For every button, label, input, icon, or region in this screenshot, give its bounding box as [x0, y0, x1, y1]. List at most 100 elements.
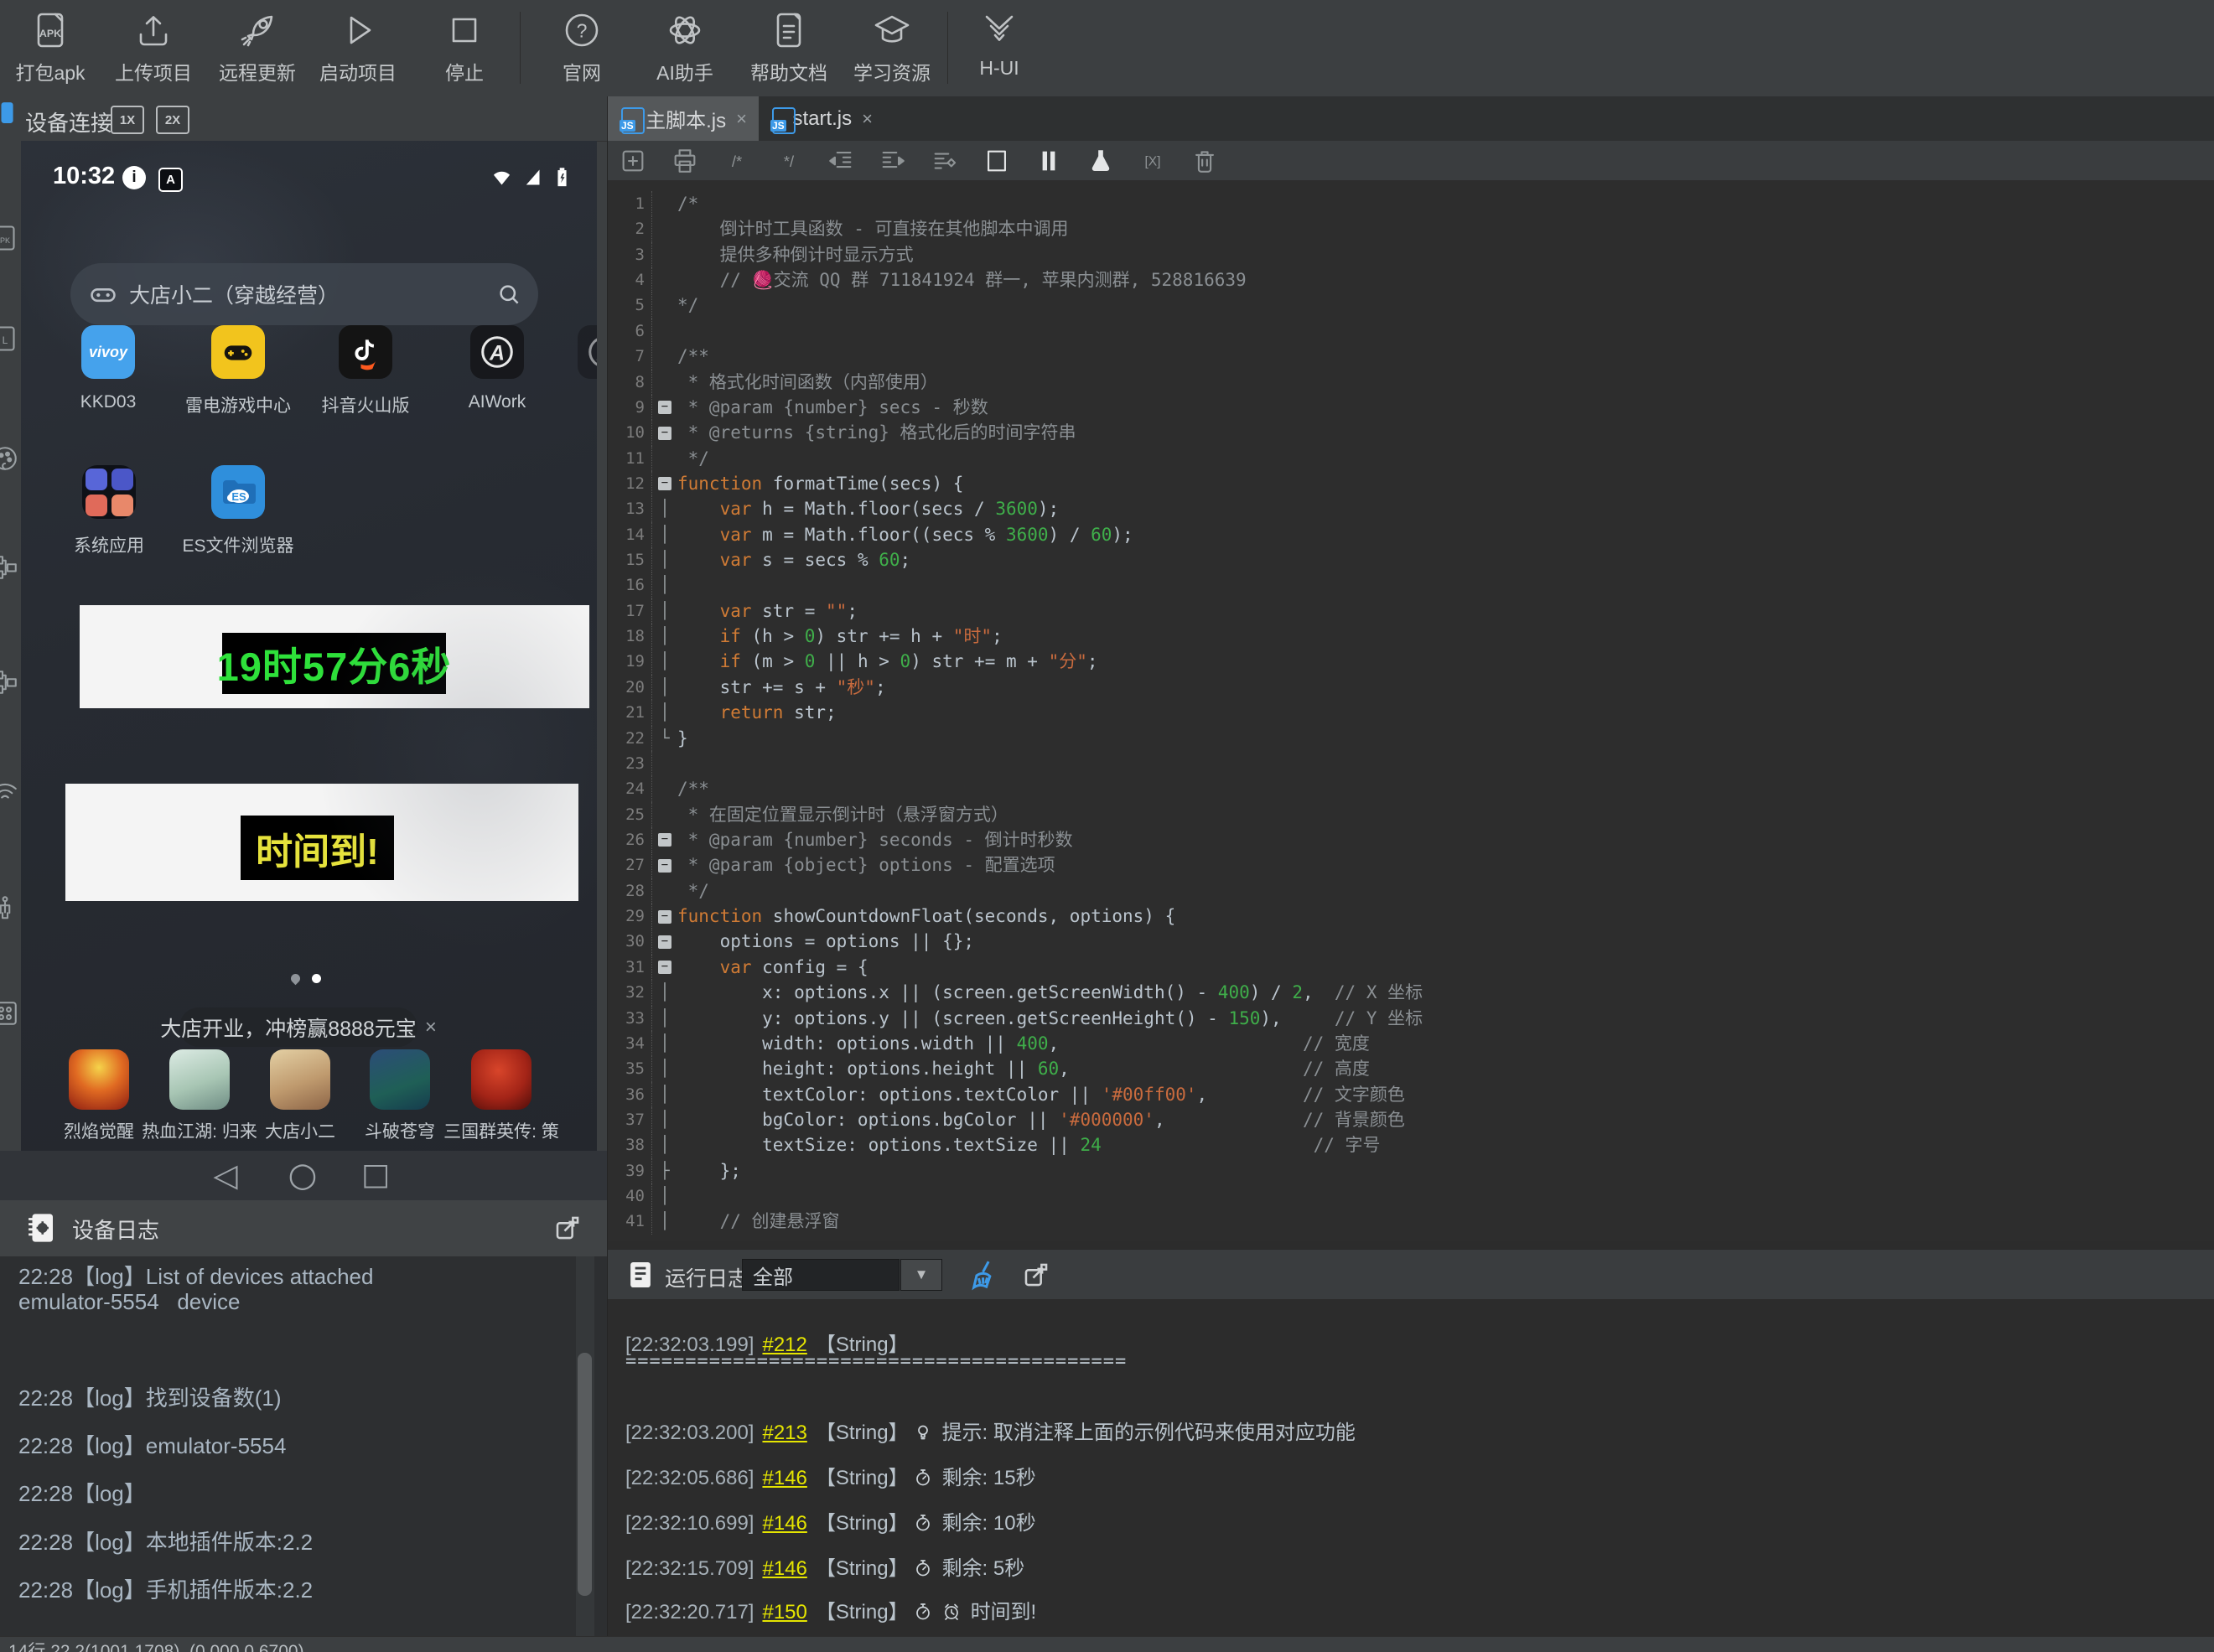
app-icon-leidian[interactable]: [211, 325, 265, 379]
clear-log-icon[interactable]: [968, 1258, 1002, 1292]
run-log-ref-link[interactable]: #146: [762, 1512, 806, 1535]
log-entry: 22:28【log】List of devices attached emula…: [18, 1264, 374, 1314]
tab-close-icon[interactable]: ×: [862, 108, 873, 130]
device-log-list[interactable]: 22:28【log】List of devices attached emula…: [0, 1256, 607, 1636]
editor-toolbar-fmt-icon[interactable]: [926, 145, 963, 177]
code-line: 10− * @returns {string} 格式化后的时间字符串: [608, 420, 2214, 446]
usb-cable-icon[interactable]: [0, 893, 20, 924]
code-editor[interactable]: 1/* 2 倒计时工具函数 - 可直接在其他脚本中调用 3 提供多种倒计时显示方式 4…: [608, 180, 2214, 1241]
game-icon[interactable]: [471, 1049, 531, 1110]
zoom-2x-button[interactable]: 2X: [156, 106, 189, 134]
wifi-icon[interactable]: [0, 776, 20, 806]
code-line: 28 */: [608, 878, 2214, 904]
editor-toolbar-add-icon[interactable]: [614, 145, 651, 177]
game-icon[interactable]: [169, 1049, 230, 1110]
fold-marker[interactable]: −: [652, 395, 677, 420]
toolbar-button-stop[interactable]: 停止: [410, 7, 519, 91]
editor-toolbar-flask-icon[interactable]: [1082, 145, 1119, 177]
fold-box-icon[interactable]: −: [658, 833, 671, 847]
promo-banner[interactable]: 大店开业，冲榜赢8888元宝 ×: [160, 1007, 437, 1047]
toolbar-button-hui[interactable]: H-UI: [945, 7, 1054, 91]
game-icon[interactable]: [69, 1049, 129, 1110]
banner-close-icon[interactable]: ×: [425, 1016, 437, 1039]
js-file-icon: JS: [770, 106, 796, 134]
fold-marker[interactable]: −: [652, 420, 677, 445]
toolbar-button-play[interactable]: 启动项目: [303, 7, 412, 91]
tab-close-icon[interactable]: ×: [736, 108, 747, 130]
fold-marker[interactable]: −: [652, 827, 677, 852]
device-screen-mirror[interactable]: 10:32 i A 大店小二（穿越经营） 19时57分6秒 时间到! 大店开业，…: [21, 141, 597, 1151]
tab-start-script[interactable]: JS start.js ×: [759, 96, 884, 141]
code-token: width: options.width ||: [677, 1033, 1017, 1054]
zoom-1x-button[interactable]: 1X: [111, 106, 144, 134]
app-icon-es[interactable]: ES: [211, 465, 265, 519]
fold-box-icon[interactable]: −: [658, 961, 671, 975]
run-log-list[interactable]: [22:32:03.199] #212 【String】 ==============…: [608, 1299, 2214, 1636]
line-number: 41: [608, 1209, 652, 1235]
device-log-scrollbar-thumb[interactable]: [578, 1353, 592, 1596]
toolbar-button-doc[interactable]: 帮助文档: [734, 7, 843, 91]
toolbar-button-upload[interactable]: 上传项目: [99, 7, 208, 91]
run-log-time: [22:32:15.709]: [625, 1557, 754, 1580]
search-bar[interactable]: 大店小二（穿越经营）: [70, 263, 538, 325]
editor-toolbar-print-icon[interactable]: [666, 145, 703, 177]
app-icon-aiwork[interactable]: A: [470, 325, 524, 379]
app-icon-douyin[interactable]: [339, 325, 392, 379]
editor-toolbar-outdent-icon[interactable]: [822, 145, 859, 177]
fold-box-icon[interactable]: −: [658, 477, 671, 491]
toolbar-button-apk[interactable]: APK 打包apk: [0, 7, 105, 91]
tab-main-script[interactable]: JS 主脚本.js ×: [608, 96, 759, 141]
editor-toolbar-uncmt-icon[interactable]: */: [770, 145, 807, 177]
palette-icon[interactable]: [0, 443, 20, 474]
nav-back-button[interactable]: ◁: [213, 1154, 237, 1196]
run-log-ref-link[interactable]: #146: [762, 1467, 806, 1489]
fold-marker[interactable]: −: [652, 471, 677, 496]
toolbar-button-question[interactable]: ? 官网: [527, 7, 636, 91]
editor-toolbar-stop2-icon[interactable]: [978, 145, 1015, 177]
fold-box-icon[interactable]: −: [658, 935, 671, 949]
game-icon[interactable]: [270, 1049, 330, 1110]
run-log-ref-link[interactable]: #213: [762, 1422, 806, 1444]
fold-marker[interactable]: −: [652, 955, 677, 980]
script-file-icon[interactable]: L: [0, 324, 20, 354]
editor-toolbar-varx-icon[interactable]: [X]: [1134, 145, 1171, 177]
toolbar-button-ai[interactable]: AI助手: [630, 7, 739, 91]
apk-file-icon[interactable]: PK: [0, 223, 20, 253]
editor-toolbar-pause-icon[interactable]: [1030, 145, 1067, 177]
search-icon[interactable]: [496, 282, 521, 307]
fold-box-icon[interactable]: −: [658, 426, 671, 440]
toolbar-button-rocket[interactable]: 远程更新: [203, 7, 312, 91]
code-line: 16 │: [608, 572, 2214, 598]
hierarchy-icon[interactable]: [0, 552, 20, 583]
nav-recents-button[interactable]: □: [361, 1154, 390, 1196]
fold-box-icon[interactable]: −: [658, 401, 671, 415]
run-log-ref-link[interactable]: #150: [762, 1601, 806, 1624]
fold-box-icon[interactable]: −: [658, 858, 671, 873]
toolbar-button-grad[interactable]: 学习资源: [837, 7, 946, 91]
fold-marker[interactable]: −: [652, 929, 677, 954]
fold-box-icon[interactable]: −: [658, 909, 671, 924]
app-icon-vivoy[interactable]: vivoy: [81, 325, 135, 379]
editor-toolbar-cmt-icon[interactable]: /*: [718, 145, 755, 177]
app-icon-partial[interactable]: A: [578, 325, 597, 379]
code-token: ;: [900, 550, 911, 571]
log-filter-select[interactable]: 全部: [742, 1259, 900, 1291]
log-filter-dropdown-button[interactable]: ▼: [900, 1259, 942, 1291]
editor-toolbar-trash-icon[interactable]: [1186, 145, 1223, 177]
grid-box-icon[interactable]: [0, 998, 20, 1028]
fold-marker[interactable]: −: [652, 852, 677, 878]
game-icon[interactable]: [370, 1049, 430, 1110]
line-number: 31: [608, 954, 652, 981]
app-icon-sysfolder[interactable]: [82, 465, 136, 519]
editor-toolbar-indent-icon[interactable]: [874, 145, 911, 177]
hierarchy-icon[interactable]: [0, 667, 20, 697]
run-log-ref-link[interactable]: #146: [762, 1557, 806, 1580]
game-label: 烈焰觉醒: [64, 1122, 134, 1142]
pager-dots: [21, 971, 597, 986]
run-log-expand-icon[interactable]: [1022, 1261, 1050, 1289]
device-log-expand-icon[interactable]: [553, 1214, 582, 1242]
nav-home-button[interactable]: ○: [288, 1154, 318, 1196]
fold-marker[interactable]: −: [652, 904, 677, 929]
stopwatch-icon: [913, 1602, 933, 1622]
code-token: ,: [1302, 982, 1335, 1003]
